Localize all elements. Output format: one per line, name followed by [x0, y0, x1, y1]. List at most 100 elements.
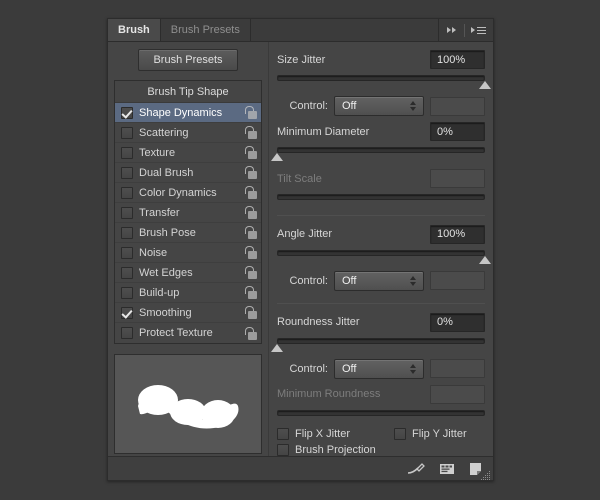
- option-row-texture[interactable]: Texture: [115, 143, 261, 163]
- dynamics-settings-column: Size Jitter 100% Control: Off Minimum Di…: [268, 42, 493, 456]
- roundness-control-select[interactable]: Off: [334, 359, 424, 379]
- checkbox-protect-texture[interactable]: [121, 327, 133, 339]
- panel-tab-bar: Brush Brush Presets: [108, 19, 493, 42]
- section-divider-2: [277, 303, 485, 304]
- option-row-transfer[interactable]: Transfer: [115, 203, 261, 223]
- angle-control-select[interactable]: Off: [334, 271, 424, 291]
- option-row-scattering[interactable]: Scattering: [115, 123, 261, 143]
- slider-thumb[interactable]: [479, 81, 491, 89]
- angle-jitter-slider[interactable]: [277, 248, 485, 256]
- tilt-scale-row: Tilt Scale: [277, 169, 485, 188]
- resize-grip-icon[interactable]: [481, 468, 491, 478]
- checkbox-shape-dynamics[interactable]: [121, 107, 133, 119]
- size-jitter-value[interactable]: 100%: [430, 50, 485, 69]
- option-row-protect-texture[interactable]: Protect Texture: [115, 323, 261, 343]
- checkbox-scattering[interactable]: [121, 127, 133, 139]
- lock-open-icon[interactable]: [246, 106, 257, 119]
- lock-open-icon[interactable]: [246, 286, 257, 299]
- toggle-brush-panel-icon[interactable]: [439, 462, 455, 476]
- flip-x-jitter-option[interactable]: Flip X Jitter: [277, 428, 350, 440]
- checkbox-color-dynamics[interactable]: [121, 187, 133, 199]
- panel-header-controls: [439, 19, 493, 41]
- checkbox-flip-y-jitter[interactable]: [394, 428, 406, 440]
- brush-tip-shape-header[interactable]: Brush Tip Shape: [115, 81, 261, 103]
- options-column: Brush Presets Brush Tip Shape Shape Dyna…: [108, 42, 268, 456]
- slider-thumb[interactable]: [479, 256, 491, 264]
- slider-thumb[interactable]: [271, 153, 283, 161]
- tilt-scale-label: Tilt Scale: [277, 173, 322, 185]
- slider-thumb[interactable]: [271, 344, 283, 352]
- stepper-arrows-icon: [410, 101, 416, 111]
- lock-open-icon[interactable]: [246, 246, 257, 259]
- slider-track: [277, 194, 485, 200]
- option-row-dual-brush[interactable]: Dual Brush: [115, 163, 261, 183]
- option-row-shape-dynamics[interactable]: Shape Dynamics: [115, 103, 261, 123]
- option-label: Wet Edges: [139, 267, 246, 279]
- stepper-arrows-icon: [410, 276, 416, 286]
- minimum-diameter-value[interactable]: 0%: [430, 122, 485, 141]
- lock-open-icon[interactable]: [246, 186, 257, 199]
- lock-open-icon[interactable]: [246, 327, 257, 340]
- option-label: Protect Texture: [139, 327, 246, 339]
- double-chevron-right-icon[interactable]: [443, 23, 459, 37]
- option-row-wet-edges[interactable]: Wet Edges: [115, 263, 261, 283]
- tab-bar-filler: [251, 19, 439, 41]
- checkbox-dual-brush[interactable]: [121, 167, 133, 179]
- size-control-select[interactable]: Off: [334, 96, 424, 116]
- angle-control-value: Off: [342, 275, 356, 287]
- lock-open-icon[interactable]: [246, 126, 257, 139]
- checkbox-brush-projection[interactable]: [277, 444, 289, 456]
- option-row-color-dynamics[interactable]: Color Dynamics: [115, 183, 261, 203]
- option-row-smoothing[interactable]: Smoothing: [115, 303, 261, 323]
- brush-presets-button[interactable]: Brush Presets: [138, 49, 237, 71]
- minimum-roundness-label: Minimum Roundness: [277, 388, 380, 400]
- lock-open-icon[interactable]: [246, 306, 257, 319]
- minimum-diameter-slider[interactable]: [277, 145, 485, 153]
- checkbox-texture[interactable]: [121, 147, 133, 159]
- panel-menu-icon[interactable]: [464, 24, 486, 37]
- angle-control-label: Control:: [289, 275, 328, 287]
- tilt-scale-slider: [277, 192, 485, 200]
- checkbox-smoothing[interactable]: [121, 307, 133, 319]
- lock-open-icon[interactable]: [246, 166, 257, 179]
- brush-panel: Brush Brush Presets Brush Presets Brush …: [107, 18, 494, 481]
- angle-control-extra-field: [430, 271, 485, 290]
- roundness-control-row: Control: Off: [277, 359, 485, 379]
- tab-brush[interactable]: Brush: [108, 19, 161, 41]
- lock-open-icon[interactable]: [246, 226, 257, 239]
- checkbox-brush-pose[interactable]: [121, 227, 133, 239]
- lock-open-icon[interactable]: [246, 266, 257, 279]
- size-jitter-slider[interactable]: [277, 73, 485, 81]
- brush-projection-row: Brush Projection: [277, 444, 485, 456]
- option-label: Smoothing: [139, 307, 246, 319]
- minimum-roundness-slider: [277, 408, 485, 416]
- checkbox-build-up[interactable]: [121, 287, 133, 299]
- checkbox-noise[interactable]: [121, 247, 133, 259]
- checkbox-wet-edges[interactable]: [121, 267, 133, 279]
- roundness-control-extra-field: [430, 359, 485, 378]
- flip-y-jitter-label: Flip Y Jitter: [412, 428, 467, 440]
- roundness-jitter-slider[interactable]: [277, 336, 485, 344]
- option-row-noise[interactable]: Noise: [115, 243, 261, 263]
- lock-open-icon[interactable]: [246, 146, 257, 159]
- panel-footer: [108, 456, 493, 480]
- checkbox-flip-x-jitter[interactable]: [277, 428, 289, 440]
- lock-open-icon[interactable]: [246, 206, 257, 219]
- tab-brush-presets[interactable]: Brush Presets: [161, 19, 251, 41]
- option-row-brush-pose[interactable]: Brush Pose: [115, 223, 261, 243]
- size-jitter-row: Size Jitter 100%: [277, 50, 485, 69]
- brush-options-list: Brush Tip Shape Shape Dynamics Scatterin…: [114, 80, 262, 344]
- size-control-extra-field: [430, 97, 485, 116]
- brush-projection-option[interactable]: Brush Projection: [277, 444, 376, 456]
- brush-stroke-icon[interactable]: [406, 462, 426, 476]
- angle-jitter-value[interactable]: 100%: [430, 225, 485, 244]
- roundness-jitter-value[interactable]: 0%: [430, 313, 485, 332]
- option-label: Dual Brush: [139, 167, 246, 179]
- checkbox-transfer[interactable]: [121, 207, 133, 219]
- flip-y-jitter-option[interactable]: Flip Y Jitter: [394, 428, 467, 440]
- option-row-build-up[interactable]: Build-up: [115, 283, 261, 303]
- stepper-arrows-icon: [410, 364, 416, 374]
- slider-track: [277, 338, 485, 344]
- flip-x-jitter-label: Flip X Jitter: [295, 428, 350, 440]
- roundness-jitter-row: Roundness Jitter 0%: [277, 313, 485, 332]
